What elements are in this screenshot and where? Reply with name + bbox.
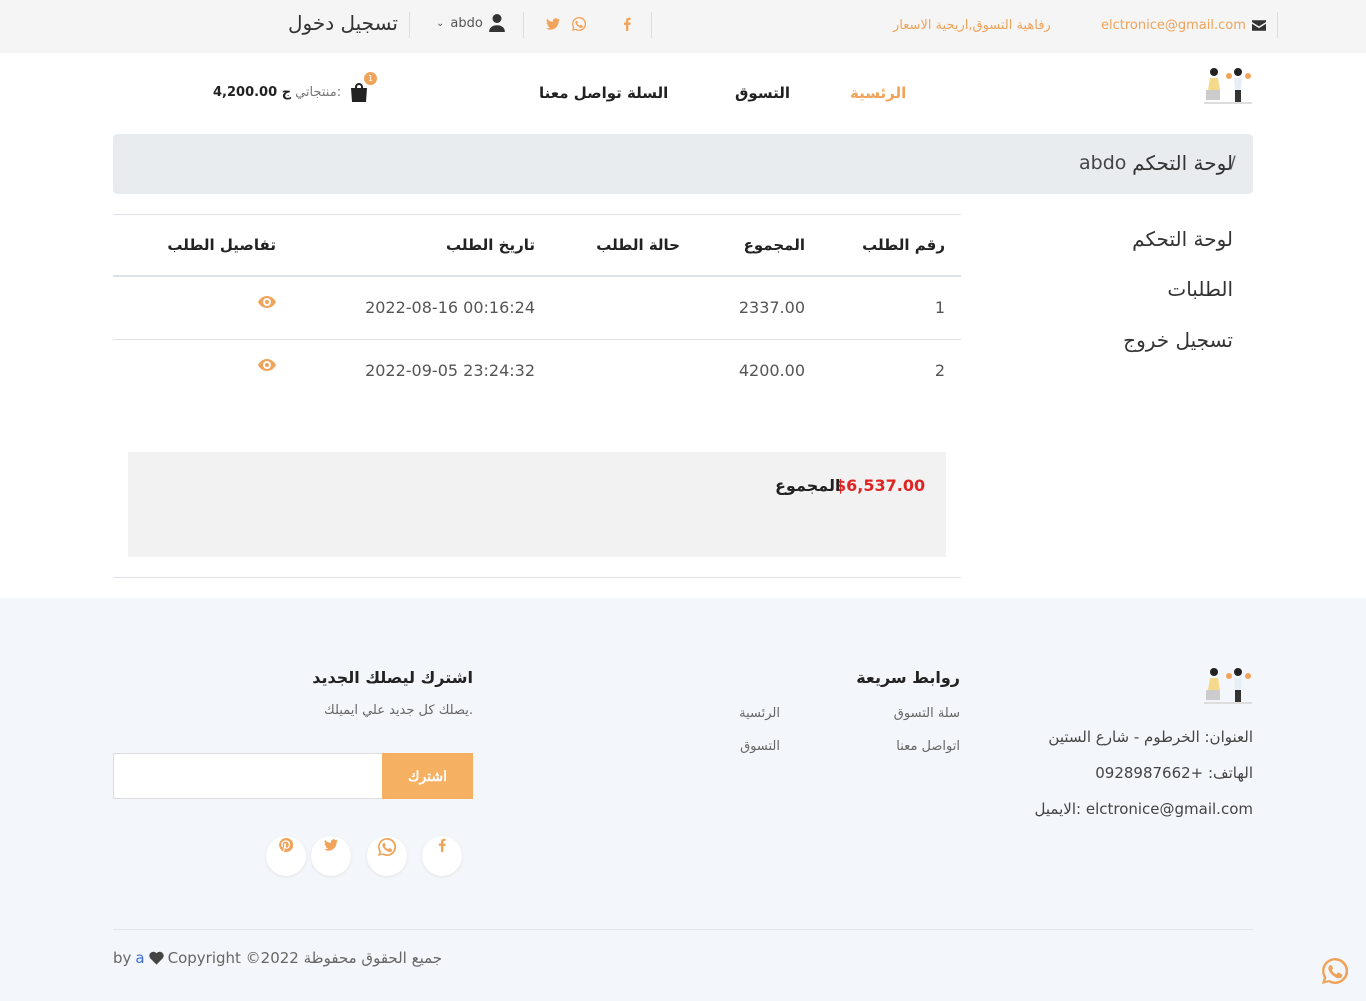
grand-total-amount: $6,537.00 [835,476,926,495]
cart-summary[interactable]: 4,200.00 ج منتجاتي: 1 [213,72,378,102]
breadcrumb-separator: / [1230,153,1236,173]
user-menu[interactable]: ⌄ abdo [436,14,505,32]
table-border-top [113,214,961,215]
top-bar: elctronice@gmail.com رفاهية التسوق,اريحي… [0,0,1366,53]
footer-facebook-button[interactable] [422,836,462,876]
quick-links-title: روابط سريعة [856,668,960,687]
author-link[interactable]: a [135,949,144,967]
col-header-total: المجموع [743,236,805,254]
footer-whatsapp-button[interactable] [367,836,407,876]
copyright-text: Copyright ©2022 جميع الحقوق محفوظة [167,949,443,967]
view-details-eye-icon[interactable] [258,359,276,371]
facebook-icon[interactable] [620,17,634,31]
footer-link-home[interactable]: الرئسية [739,706,780,721]
grand-total-label: المجموع [775,476,841,495]
footer-logo [1204,668,1252,704]
divider [1277,12,1278,38]
col-header-date: تاريخ الطلب [446,236,535,254]
cart-total: 4,200.00 ج [213,84,292,100]
breadcrumb-user[interactable]: abdo [1079,152,1126,174]
subscribe-button[interactable]: اشترك [382,753,473,799]
facebook-icon [438,838,446,852]
order-total-box [128,452,946,557]
subscribe-email-input[interactable] [113,753,383,799]
cart-count-badge: 1 [364,72,378,85]
copyright-by: by [113,949,132,967]
divider [651,12,652,38]
whatsapp-icon[interactable] [572,17,586,31]
footer-phone: الهاتف: +0928987662 [1095,764,1253,782]
table-header-border [113,275,961,277]
copyright: by a Copyright ©2022 جميع الحقوق محفوظة [113,949,442,967]
cell-order-number: 1 [934,298,945,317]
footer-link-contact[interactable]: اتواصل معنا [896,739,960,754]
footer-twitter-button[interactable] [311,836,351,876]
breadcrumb: لوحة التحكم / abdo [113,134,1253,194]
user-icon [488,14,505,32]
login-link[interactable]: تسجيل دخول [288,11,398,35]
col-header-number: رقم الطلب [862,236,945,254]
shopping-bag-icon [351,83,368,102]
footer-pinterest-button[interactable] [266,836,306,876]
contact-email-link[interactable]: elctronice@gmail.com [1101,18,1266,33]
cell-order-number: 2 [934,361,945,380]
footer-address: العنوان: الخرطوم - شارع الستين [1048,728,1253,746]
whatsapp-icon [378,838,396,856]
cell-order-date: 2022-08-16 00:16:24 [365,298,535,317]
footer-divider [113,929,1253,930]
nav-cart-contact[interactable]: السلة تواصل معنا [539,84,668,102]
envelope-icon [1251,20,1266,31]
heart-icon [148,951,164,965]
footer-email: الايميل: elctronice@gmail.com [1034,800,1253,818]
view-details-eye-icon[interactable] [258,296,276,308]
chevron-down-icon: ⌄ [436,17,445,29]
pinterest-icon [279,838,293,852]
cell-order-total: 2337.00 [738,298,805,317]
twitter-icon[interactable] [546,17,560,31]
col-header-details: تفاصيل الطلب [167,236,276,254]
top-social-links [546,17,634,31]
cell-order-total: 4200.00 [738,361,805,380]
whatsapp-icon [1322,957,1349,984]
cart-icon-wrapper: 1 [349,72,378,102]
table-row-border [113,339,961,340]
cell-order-date: 2022-09-05 23:24:32 [365,361,535,380]
sidebar-item-dashboard[interactable]: لوحة التحكم [1132,227,1233,251]
contact-email-text: elctronice@gmail.com [1101,18,1246,33]
site-logo[interactable] [1204,66,1252,106]
divider [523,12,524,38]
cart-label: منتجاتي: [295,84,342,100]
nav-home[interactable]: الرئسية [850,84,906,102]
subscribe-text: يصلك كل جديد علي ايميلك. [324,703,473,718]
sidebar-item-logout[interactable]: تسجيل خروج [1123,328,1233,352]
user-name: abdo [450,15,483,31]
nav-shop[interactable]: التسوق [735,84,790,102]
twitter-icon [324,839,338,851]
footer-link-cart[interactable]: سلة التسوق [894,706,960,721]
slogan: رفاهية التسوق,اريحية الاسعار [893,18,1051,33]
subscribe-title: اشترك ليصلك الجديد [312,668,473,687]
table-border-bottom [113,577,961,578]
col-header-status: حالة الطلب [596,236,680,254]
breadcrumb-current: لوحة التحكم [1132,151,1233,175]
divider [409,12,410,38]
floating-whatsapp-button[interactable] [1322,957,1349,984]
sidebar-item-orders[interactable]: الطلبات [1167,277,1233,301]
footer-link-shop[interactable]: التسوق [740,739,780,754]
